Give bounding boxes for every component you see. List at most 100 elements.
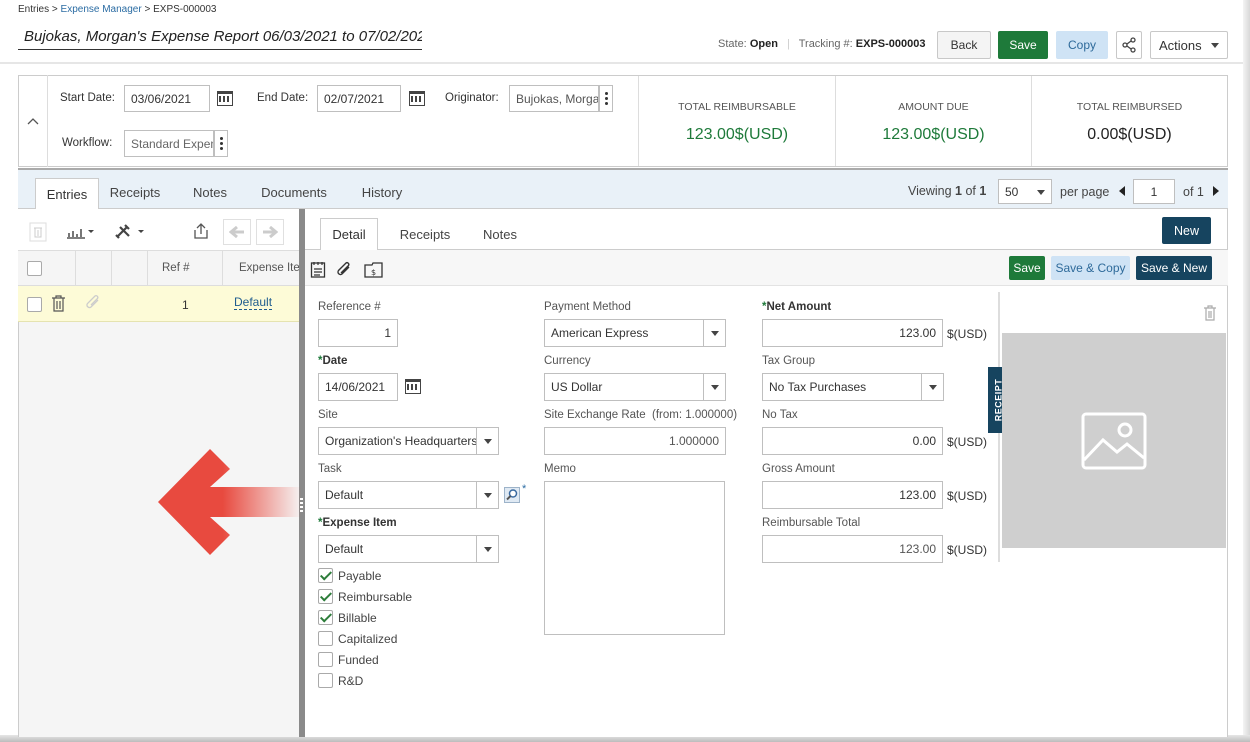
exchange-rate-field[interactable]: 1.000000 (544, 427, 726, 455)
payment-method-select[interactable]: American Express (544, 319, 726, 347)
tab-documents[interactable]: Documents (254, 178, 334, 206)
tools-icon[interactable] (115, 223, 147, 241)
workflow-field[interactable]: Standard Expense (124, 130, 214, 157)
next-page-icon[interactable] (1213, 186, 1219, 196)
tab-notes[interactable]: Notes (186, 178, 234, 206)
collapse-toggle[interactable] (18, 75, 48, 167)
gross-amount-field[interactable]: 123.00 (762, 481, 943, 509)
net-amount-unit: $(USD) (947, 327, 988, 341)
chevron-down-icon (710, 330, 719, 336)
chevron-down-icon (483, 546, 492, 552)
net-amount-label: *Net Amount (762, 301, 832, 313)
save-button[interactable]: Save (998, 31, 1048, 59)
net-amount-field[interactable]: 123.00 (762, 319, 943, 347)
prev-page-icon[interactable] (1119, 186, 1125, 196)
memo-textarea[interactable] (544, 481, 725, 635)
state-info: State: Open | Tracking #: EXPS-000003 (718, 38, 926, 50)
trash-icon[interactable] (29, 222, 47, 242)
chevron-down-icon (928, 384, 937, 390)
tab-detail-notes[interactable]: Notes (474, 220, 526, 248)
tab-detail-receipts[interactable]: Receipts (392, 220, 458, 248)
gross-amount-unit: $(USD) (947, 489, 988, 503)
notes-icon[interactable] (310, 261, 326, 278)
calendar-icon[interactable] (409, 91, 425, 106)
task-select[interactable]: Default (318, 481, 499, 509)
save-and-new-button[interactable]: Save & New (1136, 256, 1212, 280)
expense-item-select[interactable]: Default (318, 535, 499, 563)
checkbox-payable[interactable] (318, 568, 333, 583)
calendar-icon[interactable] (217, 91, 233, 106)
per-page-select[interactable]: 50 (998, 179, 1052, 204)
tab-receipts[interactable]: Receipts (104, 178, 166, 206)
select-all-checkbox[interactable] (27, 261, 42, 276)
checkbox-label: R&D (338, 674, 364, 688)
tab-entries[interactable]: Entries (35, 178, 99, 210)
page-number-field[interactable]: 1 (1133, 179, 1175, 204)
breadcrumb-entries[interactable]: Entries (18, 4, 49, 15)
chart-icon[interactable] (66, 224, 96, 240)
arrow-left-icon (229, 226, 244, 238)
start-date-field[interactable]: 03/06/2021 (124, 85, 210, 112)
currency-select[interactable]: US Dollar (544, 373, 726, 401)
export-icon[interactable] (192, 222, 210, 240)
chevron-up-icon (27, 118, 38, 125)
receipt-icon[interactable]: $ (364, 261, 384, 278)
prev-entry-button[interactable] (223, 219, 251, 245)
checkbox-funded[interactable] (318, 652, 333, 667)
reimbursable-total-label: Reimbursable Total (762, 517, 861, 529)
checkbox-billable[interactable] (318, 610, 333, 625)
site-label: Site (318, 409, 338, 421)
originator-more-icon[interactable] (599, 85, 613, 112)
breadcrumb-current: EXPS-000003 (153, 4, 217, 15)
no-tax-label: No Tax (762, 409, 798, 421)
back-button[interactable]: Back (937, 31, 991, 59)
actions-dropdown[interactable]: Actions (1150, 31, 1228, 59)
save-and-copy-button[interactable]: Save & Copy (1051, 256, 1130, 280)
new-button[interactable]: New (1162, 217, 1211, 244)
page-title[interactable]: Bujokas, Morgan's Expense Report 06/03/2… (18, 28, 422, 50)
pager-viewing: Viewing 1 of 1 (908, 184, 987, 198)
search-icon[interactable] (504, 487, 520, 503)
column-header-ref[interactable]: Ref # (162, 262, 190, 274)
originator-field[interactable]: Bujokas, Morgan (509, 85, 599, 112)
workflow-label: Workflow: (62, 137, 113, 149)
workflow-more-icon[interactable] (214, 130, 228, 157)
no-tax-field[interactable]: 0.00 (762, 427, 943, 455)
checkbox-r-d[interactable] (318, 673, 333, 688)
site-select[interactable]: Organization's Headquarters (318, 427, 499, 455)
no-tax-unit: $(USD) (947, 435, 988, 449)
total-reimbursed-value: 0.00$(USD) (1087, 126, 1172, 143)
paperclip-icon[interactable] (335, 261, 353, 279)
share-button[interactable] (1116, 31, 1142, 59)
receipt-image-placeholder[interactable] (1002, 333, 1226, 548)
tab-detail[interactable]: Detail (320, 218, 378, 250)
next-entry-button[interactable] (256, 219, 284, 245)
checkbox-capitalized[interactable] (318, 631, 333, 646)
end-date-label: End Date: (257, 92, 309, 104)
tab-history[interactable]: History (354, 178, 410, 206)
column-header-expense-item[interactable]: Expense Item (239, 262, 299, 274)
breadcrumb: Entries > Expense Manager > EXPS-000003 (18, 4, 217, 15)
trash-icon[interactable] (1203, 305, 1217, 321)
checkbox-reimbursable[interactable] (318, 589, 333, 604)
tax-group-select[interactable]: No Tax Purchases (762, 373, 944, 401)
reimbursable-total-field[interactable]: 123.00 (762, 535, 943, 563)
amount-due-value: 123.00$(USD) (882, 126, 985, 143)
total-reimbursable-label: TOTAL REIMBURSABLE (678, 101, 796, 113)
task-required-marker: * (522, 483, 527, 495)
row-checkbox[interactable] (27, 297, 42, 312)
trash-icon[interactable] (51, 295, 66, 312)
tracking-value: EXPS-000003 (855, 38, 926, 50)
chevron-down-icon (1211, 42, 1219, 48)
date-field[interactable]: 14/06/2021 (318, 373, 398, 401)
reimbursable-total-unit: $(USD) (947, 543, 988, 557)
copy-button[interactable]: Copy (1056, 31, 1108, 59)
breadcrumb-expense-manager[interactable]: Expense Manager (61, 4, 142, 15)
end-date-field[interactable]: 02/07/2021 (317, 85, 401, 112)
reference-field[interactable]: 1 (318, 319, 398, 347)
paperclip-icon[interactable] (85, 294, 103, 312)
row-expense-item-link[interactable]: Default (234, 295, 273, 310)
detail-save-button[interactable]: Save (1009, 256, 1045, 280)
calendar-icon[interactable] (405, 379, 421, 394)
expense-item-label: *Expense Item (318, 517, 397, 529)
